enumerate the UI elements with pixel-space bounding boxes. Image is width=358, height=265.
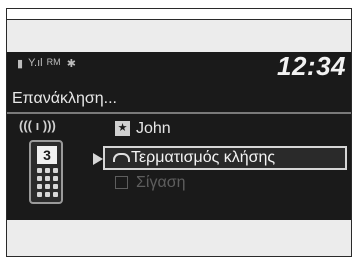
menu-item-end-call[interactable]: Τερματισμός κλήσης [93,146,347,170]
clock: 12:34 [277,52,346,81]
menu-item-mute[interactable]: Σίγαση [115,174,185,196]
phone-number: 3 [37,146,57,164]
menu-item-label: Σίγαση [136,174,186,191]
page-title: Επανάκληση... [12,90,117,107]
signal-indicator-icon: ((( ı ))) [19,118,56,133]
bluetooth-icon: ✱ [66,58,76,70]
selection-arrow-icon [93,153,103,165]
signal-bars-icon: Y.ıl [28,57,43,69]
status-bar: ▮ Y.ıl RM ✱ 12:34 [7,52,351,90]
menu-item-label: John [136,120,171,137]
navigation-display: ▮ Y.ıl RM ✱ 12:34 Επανάκληση... ((( ı ))… [7,52,351,220]
roaming-label: RM [46,57,61,67]
handset-icon [113,153,130,162]
star-icon: ★ [115,121,130,137]
menu-item-label: Τερματισμός κλήσης [131,149,276,166]
divider [7,112,351,114]
phone-keypad-icon: 3 [29,140,63,204]
top-strip [6,8,352,20]
checkbox-icon [115,176,128,190]
battery-icon: ▮ [17,58,24,70]
menu-item-john[interactable]: ★ John [115,120,171,142]
